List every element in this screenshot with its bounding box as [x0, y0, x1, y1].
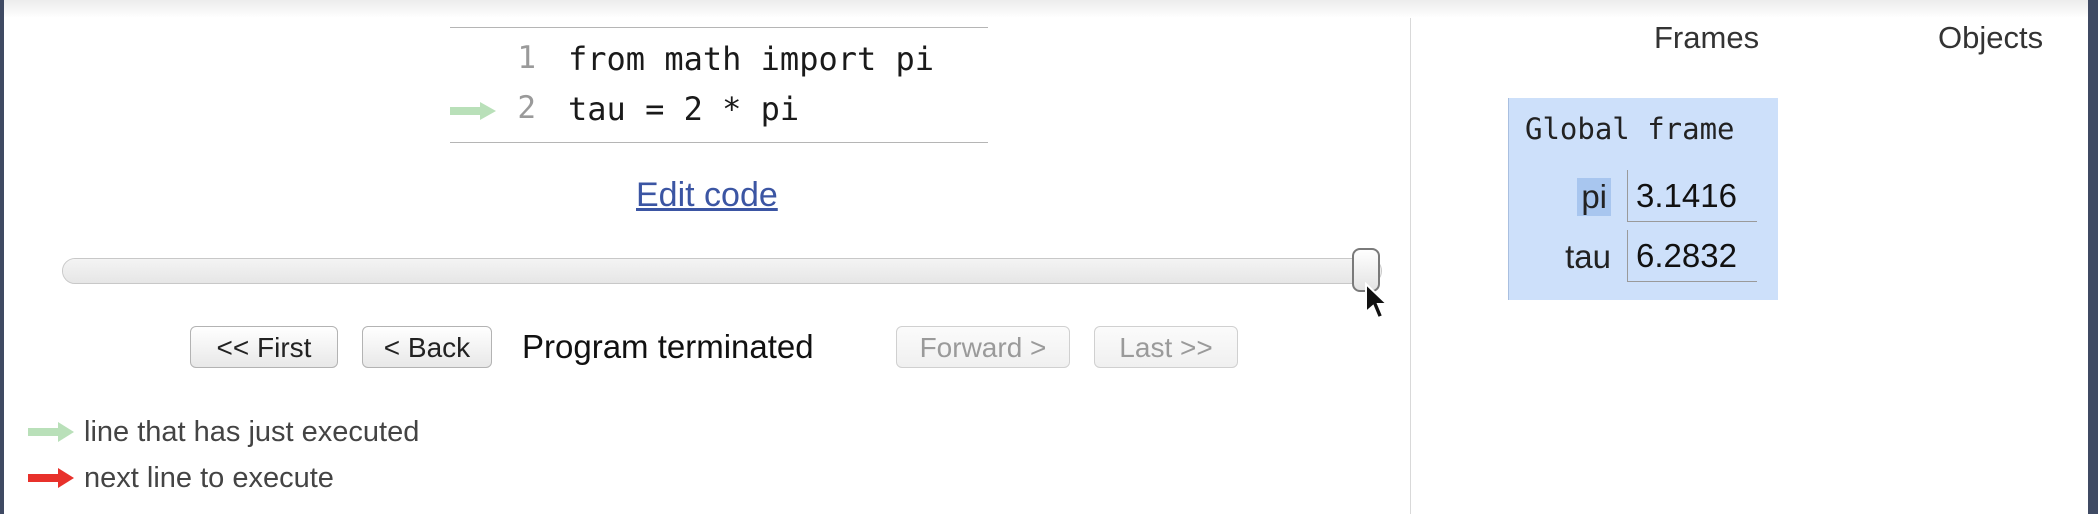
frames-header: Frames — [1654, 20, 1760, 55]
execution-status: Program terminated — [522, 328, 814, 365]
edit-code-link[interactable]: Edit code — [636, 176, 778, 215]
frame-title: Global frame — [1525, 112, 1735, 146]
execution-slider-fill — [63, 259, 1381, 283]
panel-divider — [1410, 18, 1411, 514]
line-number: 1 — [517, 40, 536, 76]
variable-name: pi — [1577, 178, 1611, 216]
code-text: tau = 2 * pi — [568, 90, 800, 128]
first-button[interactable]: << First — [190, 326, 338, 368]
variable-name: tau — [1565, 238, 1611, 275]
execution-slider-track[interactable] — [62, 258, 1382, 284]
legend-next-text: next line to execute — [84, 462, 334, 494]
variable-row: tau 6.2832 — [1509, 228, 1779, 284]
window-edge — [2088, 0, 2098, 514]
mouse-cursor-icon — [1365, 282, 1390, 320]
forward-button[interactable]: Forward > — [896, 326, 1070, 368]
back-button[interactable]: < Back — [362, 326, 492, 368]
legend-executed-text: line that has just executed — [84, 416, 420, 448]
variable-value: 3.1416 — [1627, 170, 1757, 222]
objects-header: Objects — [1938, 20, 2044, 55]
executed-arrow-icon — [450, 102, 496, 120]
variable-row: pi 3.1416 — [1509, 168, 1779, 224]
code-line: 1 from math import pi — [450, 34, 988, 84]
code-panel: 1 from math import pi 2 tau = 2 * pi — [450, 27, 988, 143]
code-text: from math import pi — [568, 40, 935, 78]
next-arrow-icon — [28, 468, 74, 488]
variable-value: 6.2832 — [1627, 230, 1757, 282]
window-edge — [0, 0, 4, 514]
python-tutor-page: 1 from math import pi 2 tau = 2 * pi Edi… — [0, 0, 2098, 514]
code-line-current: 2 tau = 2 * pi — [450, 84, 988, 134]
executed-arrow-icon — [28, 422, 74, 442]
global-frame: Global frame pi 3.1416 tau 6.2832 — [1508, 98, 1778, 300]
line-number: 2 — [517, 90, 536, 126]
last-button[interactable]: Last >> — [1094, 326, 1238, 368]
